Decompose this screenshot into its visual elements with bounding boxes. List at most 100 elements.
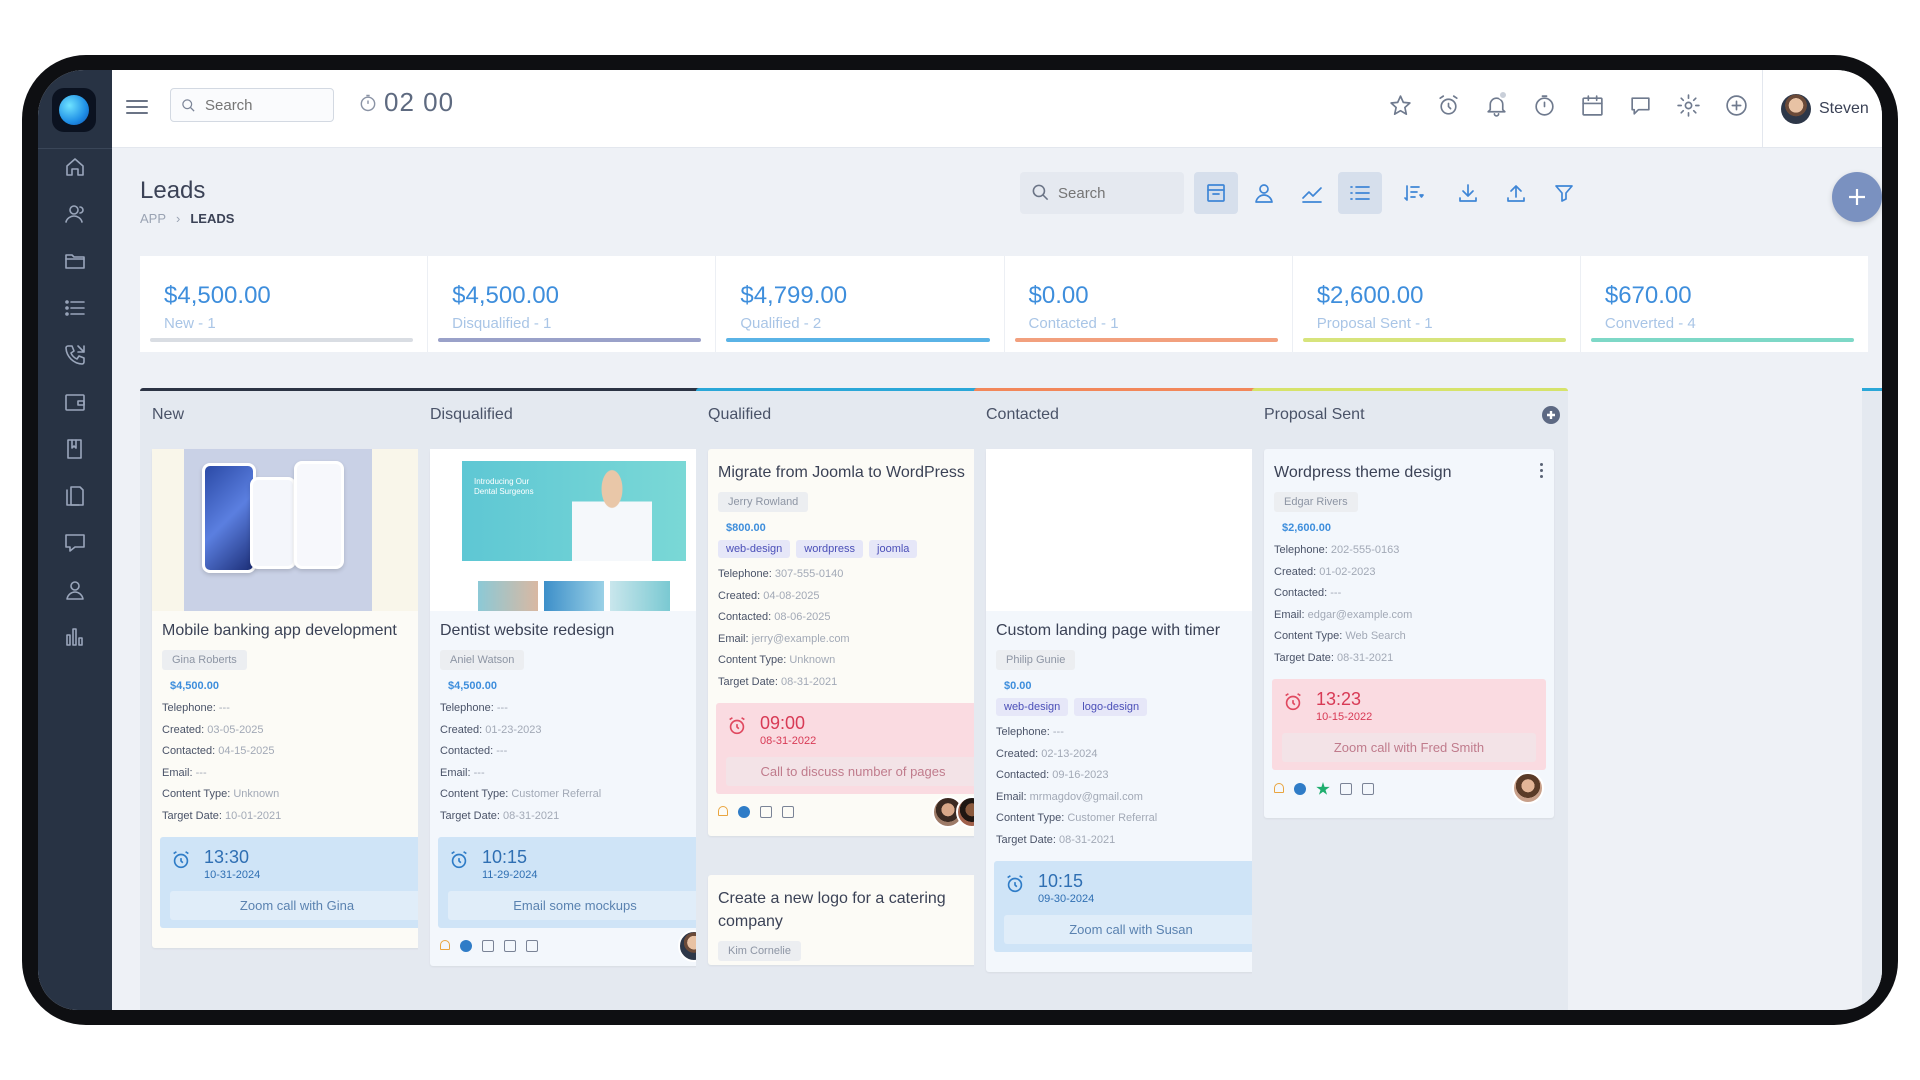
card-title[interactable]: Dentist website redesign [430,619,720,642]
stat-card[interactable]: $0.00 Contacted - 1 [1005,256,1293,352]
stat-card[interactable]: $4,500.00 New - 1 [140,256,429,352]
assignee-pill[interactable]: Gina Roberts [162,650,247,670]
card-title[interactable]: Custom landing page with timer [986,619,1276,642]
bell-icon[interactable] [718,806,728,818]
link-icon[interactable] [760,806,772,818]
user-badge-icon[interactable] [738,806,750,818]
phone-icon[interactable] [62,342,88,368]
stat-amount: $4,500.00 [164,282,271,309]
lead-card[interactable]: Introducing Our Dental Surgeons Dentist … [430,449,720,966]
stat-card[interactable]: $670.00 Converted - 4 [1581,256,1868,352]
time-tracker-icon[interactable] [1528,88,1560,122]
stat-card[interactable]: $2,600.00 Proposal Sent - 1 [1293,256,1581,352]
reminder[interactable]: 10:15 09-30-2024 Zoom call with Susan [994,861,1268,952]
card-title[interactable]: Create a new logo for a catering company [708,887,998,933]
list-view-button[interactable] [1338,172,1382,214]
card-title-text: Dentist website redesign [440,622,615,639]
global-search-input[interactable] [205,95,325,115]
reminder-date: 10-15-2022 [1316,711,1373,723]
link-icon[interactable] [504,940,516,952]
wallet-icon[interactable] [62,389,88,415]
assignee-pill[interactable]: Edgar Rivers [1274,492,1358,512]
stats-button[interactable] [1290,172,1334,214]
comment-icon[interactable] [782,806,794,818]
filter-button[interactable] [1542,172,1586,214]
lead-card[interactable]: Wordpress theme design Edgar Rivers $2,6… [1264,449,1554,818]
tag[interactable]: logo-design [1074,698,1148,716]
list-icon[interactable] [62,295,88,321]
assignee-pill[interactable]: Aniel Watson [440,650,525,670]
breadcrumb-app[interactable]: APP [140,211,166,226]
card-title[interactable]: Mobile banking app development [152,619,442,642]
download-button[interactable] [1446,172,1490,214]
add-lead-button[interactable] [1832,172,1882,222]
reminder[interactable]: 13:30 10-31-2024 Zoom call with Gina [160,837,434,928]
tag[interactable]: web-design [718,540,791,558]
book-icon[interactable] [62,436,88,462]
tag[interactable]: joomla [869,540,918,558]
bell-icon[interactable] [440,940,450,952]
add-circle-icon[interactable] [1720,88,1752,122]
user-badge-icon[interactable] [1294,783,1306,795]
archive-icon[interactable] [482,940,494,952]
app-logo[interactable] [52,88,96,132]
assignee-button[interactable] [1242,172,1286,214]
calendar-icon[interactable] [1576,88,1608,122]
documents-icon[interactable] [62,483,88,509]
reports-icon[interactable] [62,624,88,650]
home-icon[interactable] [62,154,88,180]
meta-label: Created: [440,723,483,736]
card-title[interactable]: Wordpress theme design [1264,461,1554,484]
lead-card[interactable]: Create a new logo for a catering company… [708,875,998,965]
sort-button[interactable] [1386,172,1442,214]
avatar[interactable] [1512,772,1544,804]
assignee-pill[interactable]: Kim Cornelie [718,941,801,961]
meta-label: Created: [996,747,1039,760]
menu-toggle-icon[interactable] [126,96,148,116]
reminder[interactable]: 13:23 10-15-2022 Zoom call with Fred Smi… [1272,679,1546,770]
reminder[interactable]: 10:15 11-29-2024 Email some mockups [438,837,712,928]
alarm-icon[interactable] [1432,88,1464,122]
stat-card[interactable]: $4,500.00 Disqualified - 1 [428,256,717,352]
user-badge-icon[interactable] [460,940,472,952]
assignee-pill[interactable]: Jerry Rowland [718,492,809,512]
user-icon[interactable] [62,577,88,603]
link-icon[interactable] [1340,783,1352,795]
lead-card[interactable]: Custom landing page with timer Philip Gu… [986,449,1276,972]
user-menu[interactable]: Steven [1762,70,1882,148]
settings-gear-icon[interactable] [1672,88,1704,122]
bell-icon[interactable] [1274,783,1284,795]
comment-icon[interactable] [526,940,538,952]
add-card-plus-icon[interactable] [1542,406,1560,424]
page-title: Leads [140,177,206,204]
messages-icon[interactable] [1624,88,1656,122]
star-icon[interactable] [1316,782,1330,795]
chat-icon[interactable] [62,530,88,556]
reminder-date: 09-30-2024 [1038,893,1095,905]
lead-card[interactable]: Mobile banking app development Gina Robe… [152,449,442,948]
favorites-icon[interactable] [1384,88,1416,122]
card-title[interactable]: Migrate from Joomla to WordPress [708,461,998,484]
card-image [152,449,442,611]
contacts-icon[interactable] [62,201,88,227]
leads-search-input[interactable] [1058,183,1168,203]
notifications-icon[interactable] [1480,88,1512,122]
stat-card[interactable]: $4,799.00 Qualified - 2 [716,256,1005,352]
assignee-pill[interactable]: Philip Gunie [996,650,1076,670]
tag[interactable]: web-design [996,698,1069,716]
meta-label: Contacted: [996,769,1050,781]
more-options-icon[interactable] [1540,463,1544,479]
comment-icon[interactable] [1362,783,1374,795]
meta-label: Target Date: [1274,651,1334,664]
global-search[interactable] [170,88,334,122]
upload-button[interactable] [1494,172,1538,214]
archive-button[interactable] [1194,172,1238,214]
lead-card[interactable]: Migrate from Joomla to WordPress Jerry R… [708,449,998,836]
reminder[interactable]: 09:00 08-31-2022 Call to discuss number … [716,703,990,794]
leads-search[interactable] [1020,172,1184,214]
timer[interactable]: 02 00 [358,87,454,118]
folder-icon[interactable] [62,248,88,274]
tag[interactable]: wordpress [796,540,864,558]
column-qualified: Qualified Migrate from Joomla to WordPre… [696,388,1012,1010]
device-frame: 02 00 Steven Leads APP › LEADS [22,55,1898,1025]
